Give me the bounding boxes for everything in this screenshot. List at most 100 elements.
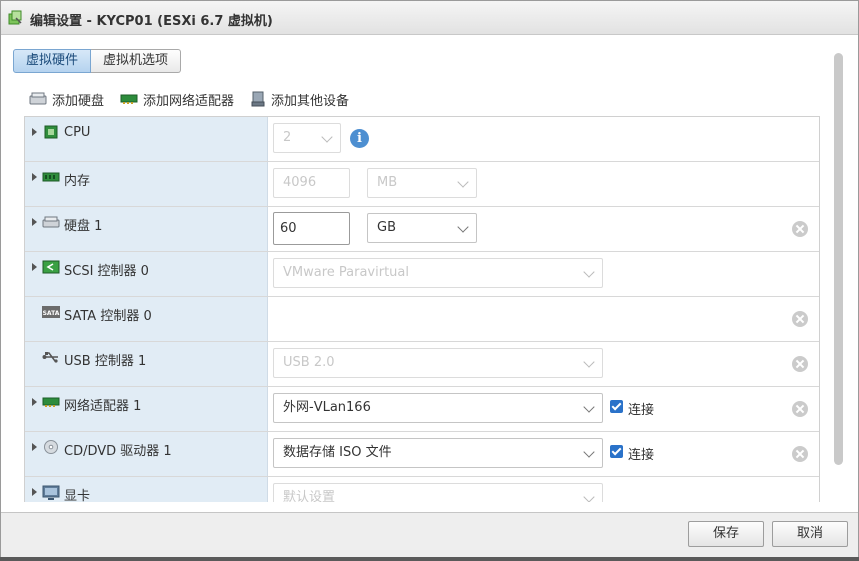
disk-unit-value: GB — [377, 220, 396, 235]
expand-arrow-icon[interactable] — [32, 128, 37, 136]
nic-connect-label: 连接 — [628, 403, 655, 418]
chevron-down-icon — [583, 266, 595, 278]
nic-connect-checkbox[interactable] — [610, 400, 623, 413]
tab-bar: 虚拟硬件 虚拟机选项 — [13, 49, 182, 73]
cpu-icon — [44, 125, 58, 139]
label-cell: 显卡 — [25, 477, 268, 502]
device-label: 硬盘 1 — [64, 219, 103, 234]
device-label: 内存 — [64, 174, 91, 189]
harddisk-icon — [42, 216, 60, 228]
cpu-count-value: 2 — [283, 130, 292, 145]
add-other-device-label: 添加其他设备 — [271, 93, 350, 109]
device-label: CPU — [64, 125, 91, 140]
label-cell: SATA SATA 控制器 0 — [25, 297, 268, 341]
cdrom-connect-label: 连接 — [628, 448, 655, 463]
remove-device-icon[interactable] — [792, 311, 808, 327]
scsi-type-value: VMware Paravirtual — [283, 265, 409, 280]
row-cpu: CPU 2 i — [25, 117, 819, 162]
expand-arrow-icon[interactable] — [32, 443, 37, 451]
cpu-count-select[interactable]: 2 — [273, 123, 341, 153]
row-cdrom: CD/DVD 驱动器 1 数据存储 ISO 文件 连接 — [25, 432, 819, 477]
remove-device-icon[interactable] — [792, 221, 808, 237]
row-usb-controller: USB 控制器 1 USB 2.0 — [25, 342, 819, 387]
remove-device-icon[interactable] — [792, 446, 808, 462]
cdrom-icon — [44, 440, 58, 454]
label-cell: CD/DVD 驱动器 1 — [25, 432, 268, 476]
chevron-down-icon — [583, 491, 595, 502]
cancel-button[interactable]: 取消 — [772, 521, 848, 547]
row-video-card: 显卡 默认设置 — [25, 477, 819, 502]
expand-arrow-icon[interactable] — [32, 173, 37, 181]
chevron-down-icon — [583, 356, 595, 368]
chevron-down-icon — [457, 176, 469, 188]
info-icon[interactable]: i — [350, 129, 369, 148]
scsi-icon — [42, 260, 60, 274]
add-other-device-button[interactable]: 添加其他设备 — [250, 89, 349, 109]
disk-unit-select[interactable]: GB — [367, 213, 477, 243]
expand-arrow-icon[interactable] — [32, 263, 37, 271]
memory-icon — [42, 172, 60, 182]
chevron-down-icon — [321, 131, 333, 143]
video-card-value: 默认设置 — [283, 490, 336, 502]
device-label: CD/DVD 驱动器 1 — [64, 444, 172, 459]
disk-size-input[interactable]: 60 — [273, 212, 350, 245]
tab-vm-options[interactable]: 虚拟机选项 — [91, 49, 182, 73]
hardware-list: CPU 2 i 内存 4096 MB 硬盘 1 60 GB SCSI 控制器 0… — [24, 116, 820, 502]
add-device-toolbar: 添加硬盘 添加网络适配器 添加其他设备 — [29, 89, 349, 109]
chevron-down-icon — [457, 221, 469, 233]
memory-size-input[interactable]: 4096 — [273, 168, 350, 198]
tab-virtual-hardware[interactable]: 虚拟硬件 — [13, 49, 92, 73]
cdrom-source-value: 数据存储 ISO 文件 — [283, 445, 392, 460]
chevron-down-icon — [583, 401, 595, 413]
network-adapter-icon — [120, 94, 138, 104]
vm-settings-icon — [8, 10, 22, 25]
vertical-scrollbar[interactable] — [834, 53, 843, 465]
remove-device-icon[interactable] — [792, 401, 808, 417]
svg-text:SATA: SATA — [43, 310, 60, 317]
row-scsi-controller: SCSI 控制器 0 VMware Paravirtual — [25, 252, 819, 297]
row-memory: 内存 4096 MB — [25, 162, 819, 207]
row-harddisk: 硬盘 1 60 GB — [25, 207, 819, 252]
device-label: SATA 控制器 0 — [64, 309, 152, 324]
network-adapter-icon — [42, 397, 60, 407]
save-button[interactable]: 保存 — [688, 521, 764, 547]
dialog-footer: 保存 取消 — [1, 512, 858, 557]
usb-type-select[interactable]: USB 2.0 — [273, 348, 603, 378]
device-label: 网络适配器 1 — [64, 399, 142, 414]
device-label: USB 控制器 1 — [64, 354, 147, 369]
expand-arrow-icon[interactable] — [32, 398, 37, 406]
remove-device-icon[interactable] — [792, 356, 808, 372]
network-select[interactable]: 外网-VLan166 — [273, 393, 603, 423]
label-cell: USB 控制器 1 — [25, 342, 268, 386]
row-network-adapter: 网络适配器 1 外网-VLan166 连接 — [25, 387, 819, 432]
usb-icon — [42, 352, 58, 363]
expand-arrow-icon[interactable] — [32, 488, 37, 496]
sata-icon: SATA — [42, 306, 60, 318]
cdrom-source-select[interactable]: 数据存储 ISO 文件 — [273, 438, 603, 468]
harddisk-icon — [29, 92, 47, 105]
chevron-down-icon — [583, 446, 595, 458]
row-sata-controller: SATA SATA 控制器 0 — [25, 297, 819, 342]
add-disk-button[interactable]: 添加硬盘 — [29, 89, 104, 109]
device-label: SCSI 控制器 0 — [64, 264, 149, 279]
label-cell: CPU — [25, 117, 268, 161]
edit-settings-dialog: 编辑设置 - KYCP01 (ESXi 6.7 虚拟机) 虚拟硬件 虚拟机选项 … — [0, 0, 859, 557]
memory-unit-select[interactable]: MB — [367, 168, 477, 198]
label-cell: 硬盘 1 — [25, 207, 268, 251]
label-cell: SCSI 控制器 0 — [25, 252, 268, 296]
expand-arrow-icon[interactable] — [32, 218, 37, 226]
title-bar[interactable]: 编辑设置 - KYCP01 (ESXi 6.7 虚拟机) — [1, 1, 858, 35]
memory-unit-value: MB — [377, 175, 398, 190]
device-label: 显卡 — [64, 489, 91, 502]
dialog-title: 编辑设置 - KYCP01 (ESXi 6.7 虚拟机) — [30, 14, 273, 29]
device-icon — [251, 91, 265, 107]
cdrom-connect-checkbox[interactable] — [610, 445, 623, 458]
label-cell: 网络适配器 1 — [25, 387, 268, 431]
scsi-type-select[interactable]: VMware Paravirtual — [273, 258, 603, 288]
add-disk-label: 添加硬盘 — [52, 93, 105, 109]
video-card-select[interactable]: 默认设置 — [273, 483, 603, 502]
monitor-icon — [42, 485, 60, 500]
add-nic-button[interactable]: 添加网络适配器 — [120, 89, 234, 109]
usb-type-value: USB 2.0 — [283, 355, 335, 370]
network-value: 外网-VLan166 — [283, 400, 371, 415]
